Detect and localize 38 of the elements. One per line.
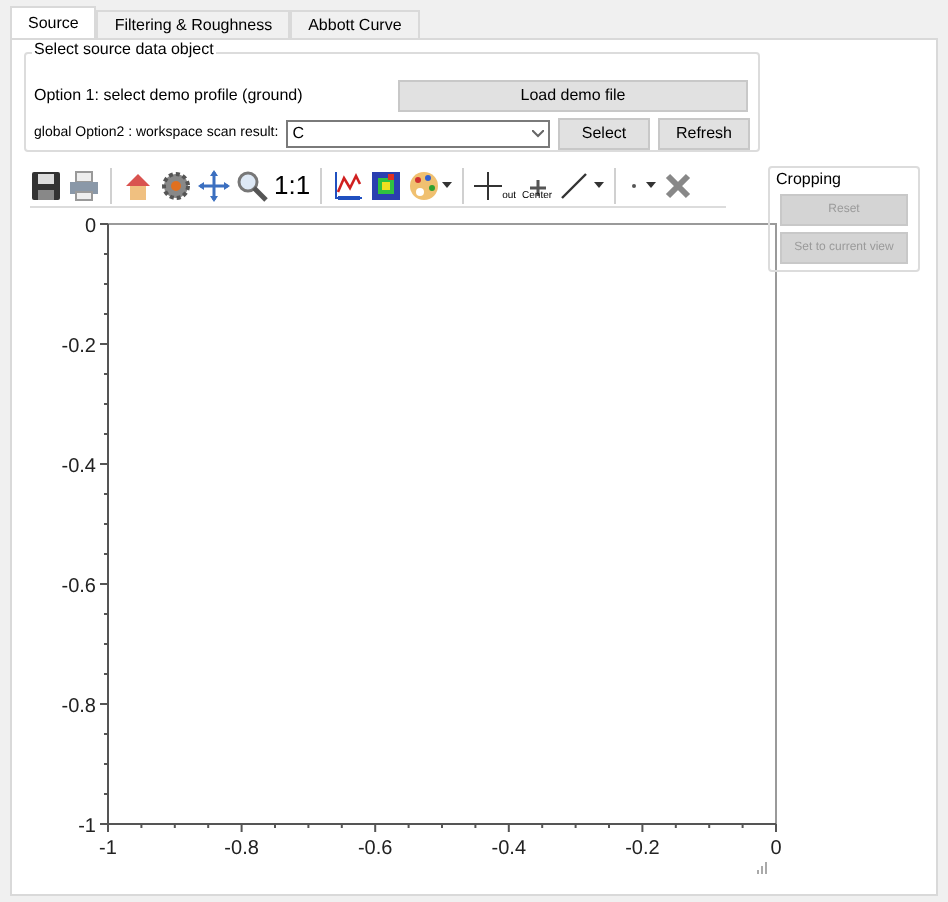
palette-icon[interactable] [408, 169, 441, 201]
tab[interactable]: Filtering & Roughness [96, 10, 291, 38]
line-icon[interactable] [558, 169, 591, 201]
y-tick-label: 0 [84, 216, 96, 238]
x-tick-label: -0.8 [224, 838, 259, 858]
option-label: Option 1: select demo profile (ground) [34, 87, 305, 103]
size-grip-icon[interactable] [756, 862, 768, 874]
caret-icon[interactable] [594, 182, 605, 188]
x-tick-label: -0.2 [625, 838, 660, 858]
group-title: Cropping [776, 172, 841, 188]
chevron-down-icon [532, 129, 544, 137]
push-button[interactable]: Select [558, 117, 650, 149]
one-to-one-label[interactable]: 1:1 [274, 172, 311, 198]
scan-select[interactable]: C [286, 119, 550, 147]
save-icon[interactable] [30, 169, 62, 201]
crosshair-icon[interactable] [474, 169, 503, 201]
x-tick-label: 0 [770, 838, 782, 858]
y-tick-label: -1 [78, 816, 96, 838]
y-tick-label: -0.8 [61, 696, 96, 718]
caret-icon[interactable] [442, 182, 453, 188]
home-icon[interactable] [122, 169, 154, 201]
tab[interactable]: Abbott Curve [290, 10, 420, 38]
y-tick-label: -0.2 [61, 336, 96, 358]
x-tick-label: -0.6 [357, 838, 393, 858]
x-tick-label: -0.4 [491, 838, 527, 858]
y-tick-label: -0.4 [61, 456, 96, 478]
y-tick-label: -0.6 [61, 576, 96, 598]
group-title: Select source data object [32, 42, 216, 58]
push-button[interactable]: Load demo file [398, 79, 748, 111]
line-chart-icon[interactable] [332, 169, 365, 201]
x-tick-label: -1 [99, 838, 117, 858]
tab[interactable]: Source [10, 6, 97, 38]
caret-icon[interactable] [646, 182, 657, 188]
gear-icon[interactable] [160, 169, 192, 201]
push-button[interactable]: Refresh [658, 117, 750, 149]
move-icon[interactable] [198, 169, 230, 201]
search-icon[interactable] [236, 169, 268, 201]
color-map-icon[interactable] [370, 169, 403, 201]
